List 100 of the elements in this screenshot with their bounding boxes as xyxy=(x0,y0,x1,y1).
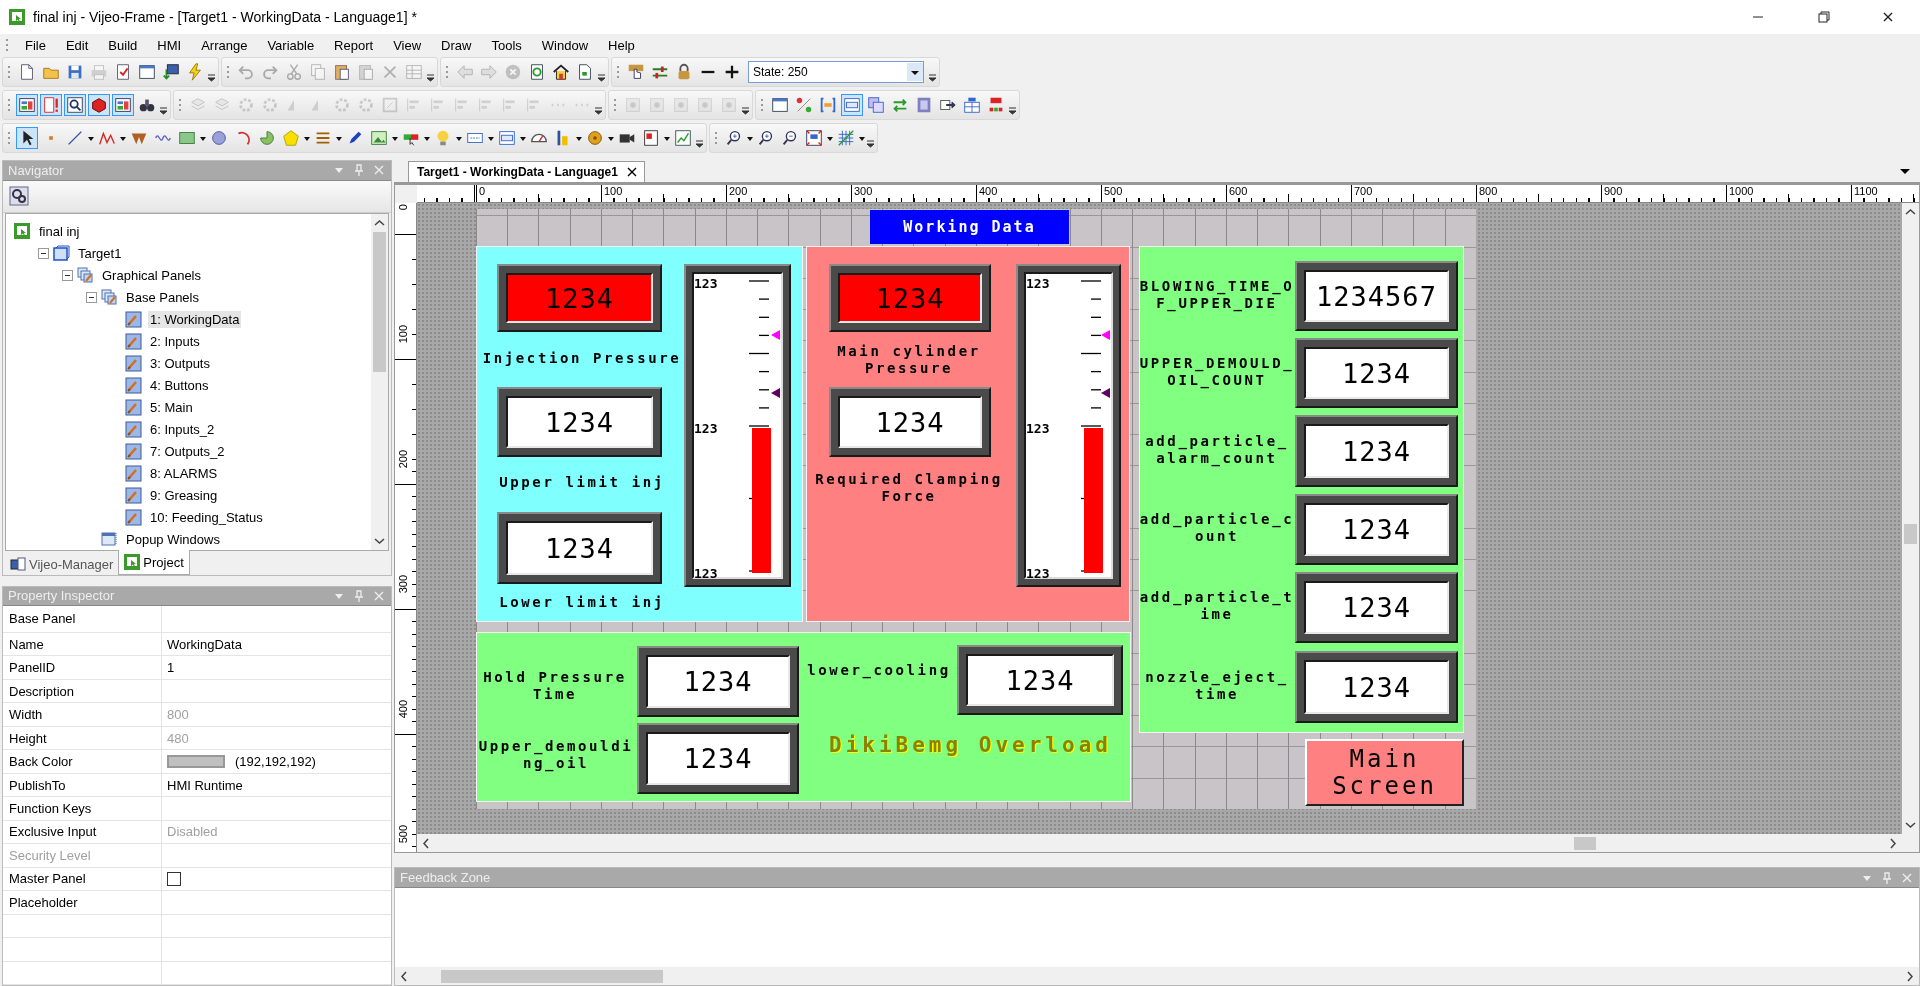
panel-title: Feedback Zone xyxy=(399,870,492,885)
numeric-display[interactable]: 1234 xyxy=(637,723,799,794)
panel-tab[interactable]: Project xyxy=(118,550,190,575)
tree-item[interactable]: 3: Outputs xyxy=(148,354,212,372)
close-icon[interactable] xyxy=(1882,11,1894,23)
tree-item[interactable]: Target1 xyxy=(76,244,124,262)
fit-icon[interactable] xyxy=(803,127,825,149)
menu-item[interactable]: Draw xyxy=(431,37,482,53)
property-value[interactable]: HMI Runtime xyxy=(167,777,243,793)
monitor-icon[interactable] xyxy=(160,61,182,83)
scale-label: 123 xyxy=(1026,567,1050,580)
cube-icon[interactable] xyxy=(88,94,110,116)
collapse-icon[interactable] xyxy=(86,291,97,303)
property-name: Width xyxy=(9,707,43,723)
panel-tab[interactable]: Vijeo-Manager xyxy=(5,554,119,575)
tree-item[interactable]: 2: Inputs xyxy=(148,332,202,350)
numeric-display[interactable]: 1234 xyxy=(957,645,1123,715)
scroll-thumb[interactable] xyxy=(1904,524,1917,544)
tree-item[interactable]: 8: ALARMS xyxy=(148,464,220,482)
menu-item[interactable]: Window xyxy=(531,37,599,53)
tree-item[interactable]: 6: Inputs_2 xyxy=(148,420,217,438)
tree-scrollbar[interactable] xyxy=(371,214,388,550)
menu-item[interactable]: Report xyxy=(324,37,384,53)
scale-label: 123 xyxy=(1026,422,1050,435)
monitor-icon xyxy=(10,556,26,573)
horizontal-scrollbar[interactable] xyxy=(395,967,1919,985)
brush-icon xyxy=(125,464,142,482)
screen-icon[interactable] xyxy=(16,94,38,116)
screen-button[interactable]: Main Screen xyxy=(1305,739,1464,806)
document-tab[interactable]: Target1 - WorkingData - Language1 xyxy=(408,161,645,182)
field-label: Required Clamping Force xyxy=(814,471,1004,505)
numeric-display[interactable]: 1234 xyxy=(1295,651,1458,723)
scale-label: 123 xyxy=(1026,277,1050,290)
grip-icon[interactable] xyxy=(4,37,10,53)
numeric-display[interactable]: 1234 xyxy=(1295,338,1458,408)
tree-item[interactable]: 1: WorkingData xyxy=(148,310,242,328)
tree-item[interactable]: Base Panels xyxy=(124,288,201,306)
tree-item[interactable]: Graphical Panels xyxy=(100,266,203,284)
ruler-label: 300 xyxy=(398,575,409,594)
screen-icon[interactable] xyxy=(112,94,134,116)
menu-item[interactable]: Build xyxy=(98,37,148,53)
scale-label: 123 xyxy=(694,277,718,290)
property-value[interactable]: 1 xyxy=(167,660,175,676)
numeric-display[interactable]: 1234 xyxy=(1295,415,1458,487)
menu-item[interactable]: Variable xyxy=(257,37,325,53)
menu-item[interactable]: File xyxy=(15,37,56,53)
menu-item[interactable]: View xyxy=(383,37,432,53)
numeric-display[interactable]: 1234 xyxy=(497,512,662,584)
numeric-display[interactable]: 1234 xyxy=(497,264,662,332)
numeric-display[interactable]: 1234 xyxy=(829,264,991,332)
tree-item[interactable]: 4: Buttons xyxy=(148,376,211,394)
numeric-display[interactable]: 1234 xyxy=(637,646,799,717)
checkbox[interactable] xyxy=(167,871,181,886)
magnifier-icon[interactable] xyxy=(64,94,86,116)
scroll-thumb[interactable] xyxy=(441,969,663,983)
menu-item[interactable]: HMI xyxy=(147,37,192,53)
tree-item[interactable]: 5: Main xyxy=(148,398,195,416)
ruler-label: 500 xyxy=(1104,186,1123,197)
tree-item[interactable]: 7: Outputs_2 xyxy=(148,442,227,460)
numeric-display[interactable]: 1234 xyxy=(497,387,662,457)
menu-item[interactable]: Edit xyxy=(55,37,99,53)
marker-icon xyxy=(1101,330,1110,341)
property-value[interactable]: WorkingData xyxy=(167,636,242,652)
overlap-icon[interactable] xyxy=(865,94,887,116)
state-combo[interactable]: State: 250 xyxy=(748,61,924,83)
tree-item[interactable]: Popup Windows xyxy=(124,530,222,548)
ruler-label: 200 xyxy=(729,186,748,197)
scroll-thumb[interactable] xyxy=(373,232,386,372)
tree-item[interactable]: 10: Feeding_Status xyxy=(148,508,265,526)
panel-icon[interactable] xyxy=(841,94,863,116)
menu-item[interactable]: Tools xyxy=(481,37,532,53)
ruler-label: 300 xyxy=(854,186,873,197)
close-icon[interactable] xyxy=(625,166,638,178)
field-label: UPPER_DEMOULD_OIL_COUNT xyxy=(1139,355,1295,389)
scroll-thumb[interactable] xyxy=(1574,836,1596,850)
collapse-icon[interactable] xyxy=(38,247,49,259)
numeric-display[interactable]: 1234 xyxy=(1295,494,1458,565)
field-label: Upper limit inj xyxy=(498,474,666,491)
numeric-display[interactable]: 1234 xyxy=(1295,572,1458,643)
ruler-label: 100 xyxy=(604,186,623,197)
numeric-display[interactable]: 1234 xyxy=(829,387,991,457)
marker-icon xyxy=(1101,388,1110,399)
brush-icon xyxy=(125,398,142,416)
tree-item[interactable]: final inj xyxy=(37,222,82,240)
numeric-display[interactable]: 1234567 xyxy=(1295,261,1458,331)
color-swatch[interactable] xyxy=(167,755,225,769)
menu-item[interactable]: Help xyxy=(598,37,645,53)
tree-item[interactable]: 9: Greasing xyxy=(148,486,220,504)
alert-document-icon[interactable] xyxy=(40,94,62,116)
collapse-icon[interactable] xyxy=(62,269,73,281)
restore-icon[interactable] xyxy=(1818,11,1830,23)
brush-icon xyxy=(125,420,142,438)
menu-item[interactable]: Arrange xyxy=(191,37,258,53)
pointer-icon[interactable] xyxy=(16,127,38,149)
ruler-label: 500 xyxy=(398,825,409,844)
gears-icon[interactable] xyxy=(9,186,29,207)
property-name: PublishTo xyxy=(9,777,66,793)
scale-label: 123 xyxy=(694,422,718,435)
chart-icon[interactable] xyxy=(672,127,694,149)
stacked-pages-icon xyxy=(77,266,94,284)
